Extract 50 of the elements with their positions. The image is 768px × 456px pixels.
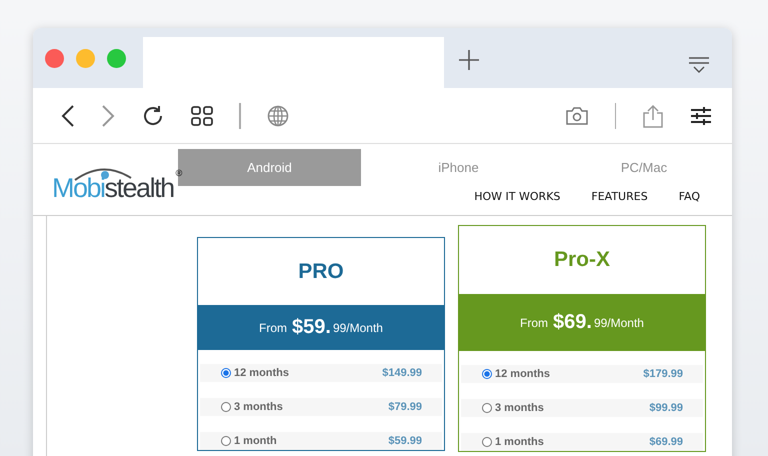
back-icon[interactable] [61,104,75,128]
logo-text: Mobi [52,174,105,202]
nav-link[interactable]: FAQ [678,190,700,203]
plan-name: PRO [297,258,345,284]
option-price: $99.99 [649,402,683,414]
option-label: 12 months [234,367,290,379]
reload-icon[interactable] [141,104,165,128]
price-amount: $59. [292,316,331,339]
option-label: 3 months [495,402,544,414]
option-price: $149.99 [382,367,422,379]
option-price: $179.99 [643,368,683,380]
plan-option[interactable]: 1 months $69.99 [461,433,703,451]
platform-tab[interactable]: PC/Mac [556,149,732,186]
radio-button[interactable] [482,369,492,379]
radio-button[interactable] [482,403,492,413]
forward-icon[interactable] [101,104,115,128]
price-suffix: 99/Month [332,320,383,334]
price-amount: $69. [553,311,592,334]
platform-tab[interactable]: iPhone [361,149,556,186]
price-suffix: 99/Month [594,316,644,330]
nav-link[interactable]: HOW IT WORKS [474,190,560,203]
plan-name: Pro-X [552,247,611,273]
share-icon[interactable] [642,104,664,128]
sliders-icon[interactable] [690,104,712,126]
option-price: $69.99 [649,436,683,448]
option-label: 12 months [495,368,550,380]
plan-option[interactable]: 3 months $99.99 [461,399,703,417]
plan-option[interactable]: 12 months $179.99 [461,365,703,383]
globe-icon[interactable] [266,104,288,126]
option-label: 1 months [495,436,544,448]
logo-text: stealth [104,174,174,202]
radio-button[interactable] [482,437,492,447]
camera-icon[interactable] [564,106,588,126]
radio-button[interactable] [221,436,231,446]
nav-link[interactable]: FEATURES [591,190,648,203]
price-prefix: From [259,320,287,334]
grid-icon[interactable] [191,106,213,126]
radio-button[interactable] [221,368,231,378]
tab-menu-icon[interactable] [688,56,710,74]
price-prefix: From [520,316,548,330]
option-price: $79.99 [388,401,422,413]
plan-option[interactable]: 1 month $59.99 [200,432,442,450]
option-label: 1 month [234,435,277,447]
plan-option[interactable]: 12 months $149.99 [200,364,442,382]
new-tab-icon[interactable] [457,48,481,72]
option-price: $59.99 [388,435,422,447]
option-label: 3 months [234,401,283,413]
plan-option[interactable]: 3 months $79.99 [200,398,442,416]
close-icon[interactable] [45,49,64,68]
radio-button[interactable] [221,402,231,412]
